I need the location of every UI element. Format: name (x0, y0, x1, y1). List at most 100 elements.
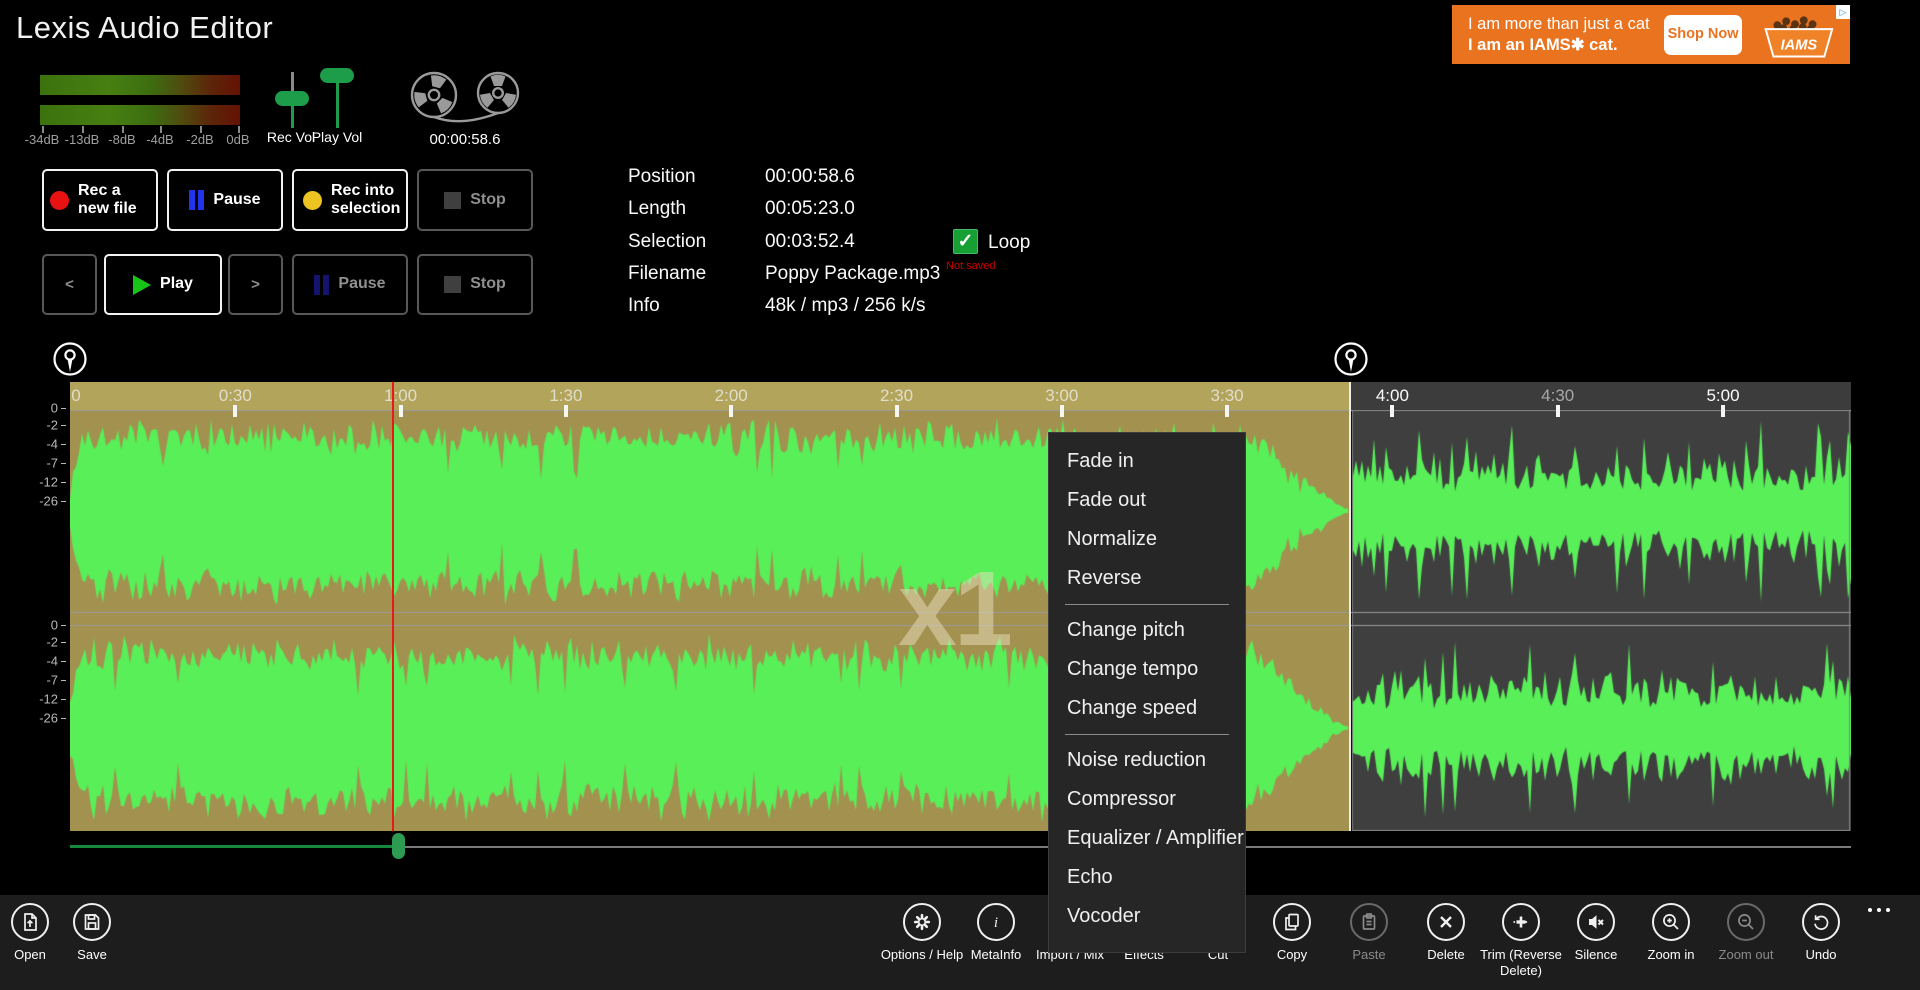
zoom-out-icon (1727, 903, 1765, 941)
undo-icon (1802, 903, 1840, 941)
toolbar-label: Save (47, 947, 137, 963)
db-label: -13dB (65, 132, 100, 147)
menu-item-fade-out[interactable]: Fade out (1049, 481, 1245, 520)
timeline-tick-label: 4:30 (1541, 386, 1574, 406)
loop-checkbox[interactable]: ✓ (953, 229, 978, 254)
rec-volume-handle[interactable] (275, 91, 309, 106)
db-axis-tick (61, 642, 66, 643)
menu-item-normalize[interactable]: Normalize (1049, 520, 1245, 559)
timeline-tick-label: 0:30 (219, 386, 252, 406)
timeline-tick-mark (895, 405, 899, 417)
db-axis-label: -12 (32, 692, 58, 707)
timeline-ruler[interactable] (70, 382, 1351, 410)
copy-icon (1273, 903, 1311, 941)
timeline-tick-mark (1390, 405, 1394, 417)
db-axis-label: -2 (32, 418, 58, 433)
db-axis-label: -2 (32, 635, 58, 650)
timeline-tick-label: 2:00 (715, 386, 748, 406)
menu-item-change-pitch[interactable]: Change pitch (1049, 611, 1245, 650)
timeline-tick-mark (1556, 405, 1560, 417)
timeline-tick-label: 1:30 (549, 386, 582, 406)
skip-forward-button[interactable]: > (228, 254, 283, 315)
play-triangle-icon (133, 275, 151, 295)
rec-new-file-button[interactable]: Rec a new file (42, 169, 158, 231)
db-axis-label: -4 (32, 654, 58, 669)
timeline-tick-mark (233, 405, 237, 417)
menu-item-reverse[interactable]: Reverse (1049, 559, 1245, 598)
db-axis-tick (61, 699, 66, 700)
db-label: -4dB (146, 132, 173, 147)
info-icon: i (977, 903, 1015, 941)
not-saved-badge: Not saved (946, 260, 996, 272)
menu-item-change-tempo[interactable]: Change tempo (1049, 650, 1245, 689)
db-axis-label: -4 (32, 437, 58, 452)
db-axis-tick (61, 501, 66, 502)
timeline-tick-label: 3:30 (1211, 386, 1244, 406)
menu-item-noise-reduction[interactable]: Noise reduction (1049, 741, 1245, 780)
record-circle-icon (50, 191, 69, 210)
record-into-circle-icon (303, 191, 322, 210)
level-meter-right (40, 105, 240, 125)
play-volume-label: Play Vol (312, 129, 363, 145)
db-axis-tick (61, 625, 66, 626)
delete-icon (1427, 903, 1465, 941)
shop-now-button[interactable]: Shop Now (1664, 15, 1742, 55)
menu-item-equalizer-amplifier[interactable]: Equalizer / Amplifier (1049, 819, 1245, 858)
app-title: Lexis Audio Editor (16, 10, 273, 46)
info-row-label: Selection (628, 231, 706, 253)
info-row-label: Position (628, 166, 696, 188)
skip-back-button[interactable]: < (42, 254, 97, 315)
ad-text: I am more than just a cat I am an IAMS✱ … (1468, 14, 1652, 55)
play-stop-button[interactable]: Stop (417, 254, 533, 315)
toolbar-button-save[interactable]: Save (47, 903, 137, 963)
toolbar-button-undo[interactable]: Undo (1776, 903, 1866, 963)
pause-bars-icon (314, 275, 329, 295)
db-label: -34dB (25, 132, 60, 147)
rec-pause-button[interactable]: Pause (167, 169, 283, 231)
marker-pin-start[interactable] (50, 340, 90, 384)
db-axis-tick (61, 444, 66, 445)
db-axis-label: -12 (32, 475, 58, 490)
play-volume-handle[interactable] (320, 68, 354, 83)
info-row-label: Info (628, 295, 660, 317)
loop-label: Loop (988, 232, 1030, 254)
ad-banner[interactable]: I am more than just a cat I am an IAMS✱ … (1452, 5, 1850, 64)
fileinfo-value: 48k / mp3 / 256 k/s (765, 295, 926, 317)
more-button[interactable] (1868, 908, 1890, 912)
timeline-ruler[interactable] (1351, 382, 1851, 410)
menu-item-compressor[interactable]: Compressor (1049, 780, 1245, 819)
timeline-tick-mark (399, 405, 403, 417)
timeline-tick-label: 0 (71, 386, 80, 406)
timeline-tick-mark (1721, 405, 1725, 417)
db-label: 0dB (226, 132, 249, 147)
db-axis-tick (61, 718, 66, 719)
menu-item-change-speed[interactable]: Change speed (1049, 689, 1245, 728)
adchoices-icon[interactable]: ▷ (1836, 5, 1850, 19)
trim-icon (1502, 903, 1540, 941)
menu-item-echo[interactable]: Echo (1049, 858, 1245, 897)
svg-text:i: i (994, 915, 998, 931)
paste-icon (1350, 903, 1388, 941)
db-label: -8dB (108, 132, 135, 147)
svg-text:IAMS: IAMS (1781, 38, 1818, 54)
menu-item-fade-in[interactable]: Fade in (1049, 442, 1245, 481)
menu-item-vocoder[interactable]: Vocoder (1049, 897, 1245, 936)
playhead[interactable] (392, 382, 394, 831)
gear-icon (903, 903, 941, 941)
db-label: -2dB (186, 132, 213, 147)
marker-pin-end[interactable] (1331, 340, 1371, 384)
play-button[interactable]: Play (104, 254, 222, 315)
db-axis-tick (61, 463, 66, 464)
time-counter: 00:00:58.6 (420, 131, 510, 148)
filename-value: Poppy Package.mp3 (765, 263, 940, 285)
rec-stop-button[interactable]: Stop (417, 169, 533, 231)
rec-into-selection-button[interactable]: Rec into selection (292, 169, 408, 231)
seek-handle[interactable] (392, 833, 405, 859)
timeline-tick-label: 2:30 (880, 386, 913, 406)
level-meter-left (40, 75, 240, 95)
info-row-label: Length (628, 198, 686, 220)
rec-volume-label: Rec Vol (267, 129, 315, 145)
menu-separator (1065, 734, 1229, 735)
play-pause-button[interactable]: Pause (292, 254, 408, 315)
db-axis-tick (61, 408, 66, 409)
